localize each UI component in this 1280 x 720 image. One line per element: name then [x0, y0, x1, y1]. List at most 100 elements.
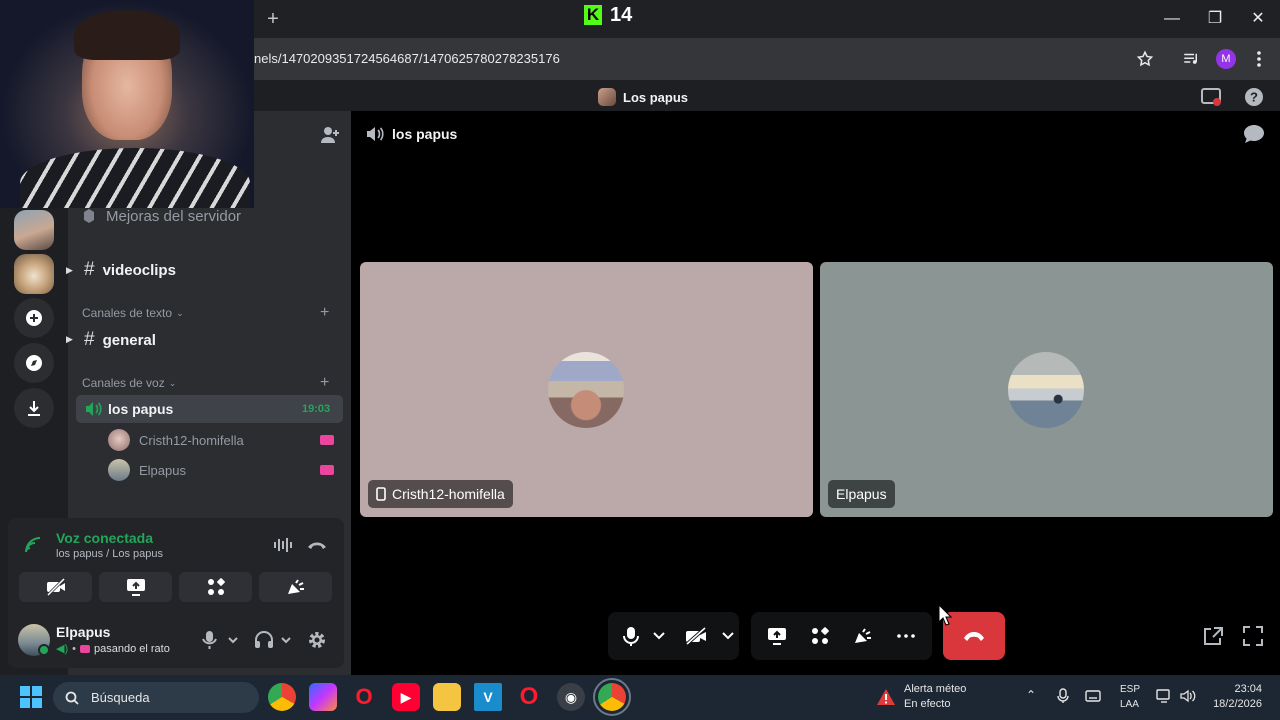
url-field[interactable]: nels/1470209351724564687/147062578027823…	[254, 51, 560, 66]
camera-toggle-button[interactable]	[19, 572, 92, 602]
chevron-down-icon	[722, 632, 734, 640]
disconnect-icon[interactable]	[306, 537, 328, 553]
user-settings-gear-icon[interactable]	[306, 629, 328, 651]
noise-suppression-icon[interactable]	[272, 536, 294, 554]
clock-date: 18/2/2026	[1213, 698, 1262, 710]
discover-compass-icon[interactable]	[14, 343, 54, 383]
svg-text:?: ?	[1250, 90, 1258, 105]
category-text-channels[interactable]: Canales de texto ⌄	[82, 306, 184, 320]
microphone-options-button[interactable]	[648, 617, 670, 655]
server-icon-2[interactable]	[14, 254, 54, 294]
voice-timer: 19:03	[302, 403, 331, 415]
headphones-button[interactable]	[254, 630, 294, 650]
obs-app-icon[interactable]: ◉	[557, 683, 585, 711]
opera-app-icon[interactable]: O	[350, 683, 378, 711]
camera-off-icon	[46, 578, 66, 596]
soundboard-button[interactable]	[844, 617, 882, 655]
clock-time[interactable]: 23:04	[1210, 683, 1262, 695]
chevron-down-icon: ⌄	[176, 307, 184, 318]
streamer-hair	[74, 10, 180, 60]
download-icon[interactable]	[14, 388, 54, 428]
participant-tile[interactable]: Elpapus	[820, 262, 1273, 517]
collapse-arrow-icon: ▶	[66, 334, 73, 344]
audio-video-controls	[608, 612, 739, 660]
camera-options-button[interactable]	[718, 617, 738, 655]
server-icon-1[interactable]	[14, 210, 54, 250]
invite-user-icon[interactable]	[320, 126, 340, 144]
voice-member-name: Elpapus	[139, 462, 186, 478]
taskbar-search[interactable]: Búsqueda	[53, 682, 259, 713]
warning-icon	[876, 688, 896, 706]
file-explorer-icon[interactable]	[433, 683, 461, 711]
chrome-active-app-icon[interactable]	[593, 678, 631, 716]
language-top[interactable]: ESP	[1120, 684, 1140, 695]
avatar	[108, 429, 130, 451]
weather-alert-title[interactable]: Alerta méteo	[904, 683, 966, 695]
tray-keyboard-icon[interactable]	[1085, 690, 1101, 702]
tray-microphone-icon[interactable]	[1057, 688, 1069, 704]
share-screen-button[interactable]	[99, 572, 172, 602]
participant-name-tag: Cristh12-homifella	[368, 480, 513, 508]
channel-videoclips[interactable]: # videoclips	[84, 254, 176, 286]
channel-general-label: general	[102, 331, 156, 349]
opera-gx-app-icon[interactable]: O	[515, 683, 543, 711]
chrome-app-icon[interactable]	[268, 683, 296, 711]
copilot-app-icon[interactable]	[309, 683, 337, 711]
user-status-text: pasando el rato	[93, 642, 170, 655]
youtube-app-icon[interactable]: ▶	[392, 683, 420, 711]
new-tab-button[interactable]: +	[262, 8, 284, 30]
activities-button[interactable]	[179, 572, 252, 602]
weather-alert-sub: En efecto	[904, 698, 951, 710]
microphone-button[interactable]	[200, 630, 240, 650]
fullscreen-icon[interactable]	[1243, 626, 1263, 646]
screen-share-window-icon[interactable]	[1200, 87, 1222, 107]
chevron-down-icon	[653, 632, 665, 640]
share-screen-button[interactable]	[758, 617, 796, 655]
chat-bubble-icon[interactable]	[1243, 124, 1265, 144]
add-server-button[interactable]	[14, 298, 54, 338]
soundboard-icon	[853, 627, 873, 645]
bookmark-star-icon[interactable]	[1136, 50, 1154, 68]
profile-avatar[interactable]: M	[1216, 49, 1236, 69]
windows-start-icon[interactable]	[20, 686, 42, 708]
avatar	[108, 459, 130, 481]
camera-toggle-button[interactable]	[674, 617, 718, 655]
soundboard-icon	[286, 578, 306, 596]
streaming-icon	[320, 465, 334, 475]
stream-badge-count: 14	[610, 3, 633, 26]
voice-member-name: Cristh12-homifella	[139, 432, 244, 448]
media-control-icon[interactable]	[1182, 50, 1200, 68]
tray-chevron-up-icon[interactable]: ⌃	[1026, 688, 1036, 702]
voice-channel-label: los papus	[108, 401, 174, 417]
help-icon[interactable]: ?	[1244, 87, 1264, 107]
volume-icon[interactable]	[1180, 689, 1196, 703]
more-options-button[interactable]	[887, 617, 925, 655]
channel-videoclips-label: videoclips	[102, 261, 176, 279]
close-button[interactable]: ✕	[1246, 8, 1270, 30]
microphone-toggle-button[interactable]	[614, 617, 648, 655]
activities-button[interactable]	[801, 617, 839, 655]
category-voice-channels[interactable]: Canales de voz ⌄	[82, 376, 176, 390]
call-actions-controls	[751, 612, 932, 660]
stream-badge: K 14	[584, 4, 632, 26]
search-placeholder: Búsqueda	[91, 690, 150, 705]
soundboard-button[interactable]	[259, 572, 332, 602]
add-voice-channel-button[interactable]: +	[320, 374, 329, 392]
participant-tile[interactable]: Cristh12-homifella	[360, 262, 813, 517]
username: Elpapus	[56, 624, 111, 640]
voice-location[interactable]: los papus / Los papus	[56, 548, 163, 560]
participant-name-tag: Elpapus	[828, 480, 895, 508]
restore-button[interactable]: ❐	[1203, 8, 1227, 30]
user-status: ◀) • pasando el rato	[56, 642, 170, 656]
voice-member[interactable]: Elpapus	[108, 458, 186, 482]
minimize-button[interactable]: —	[1160, 8, 1184, 30]
pop-out-icon[interactable]	[1202, 626, 1224, 646]
leave-call-button[interactable]	[943, 612, 1005, 660]
browser-menu-icon[interactable]	[1252, 50, 1266, 68]
channel-general[interactable]: # general	[84, 324, 156, 356]
voice-member[interactable]: Cristh12-homifella	[108, 428, 244, 452]
network-icon[interactable]	[1156, 689, 1172, 703]
hashtag-icon: #	[84, 329, 95, 350]
add-text-channel-button[interactable]: +	[320, 304, 329, 322]
v-app-icon[interactable]: V	[474, 683, 502, 711]
